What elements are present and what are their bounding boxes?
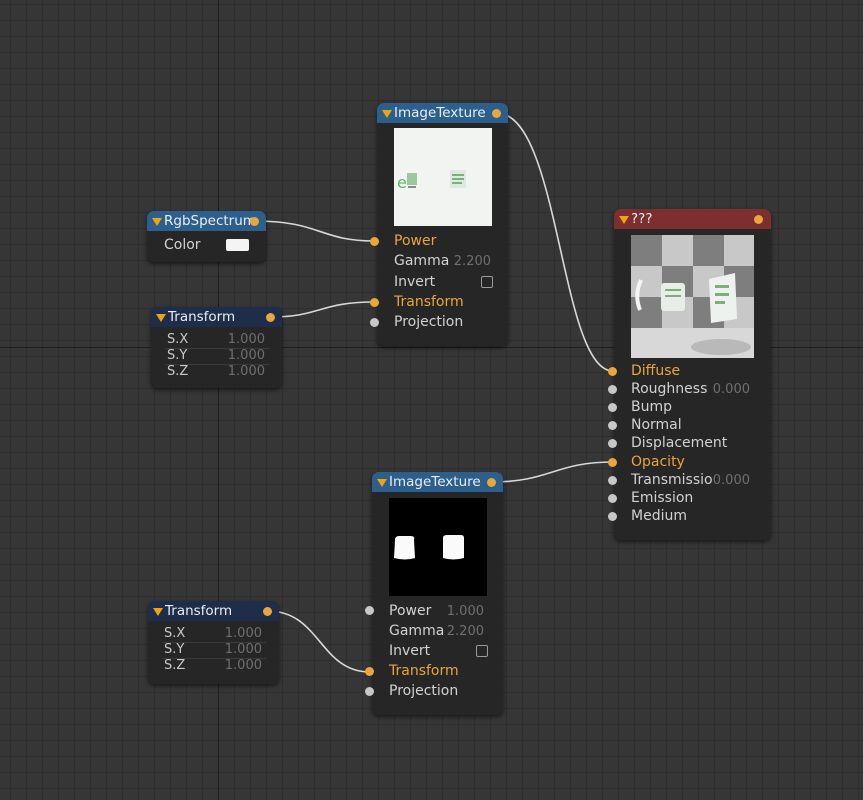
power-value[interactable]: 1.000 [438, 603, 484, 621]
transmission-input-socket[interactable] [608, 476, 617, 485]
opacity-input-socket[interactable] [608, 458, 617, 467]
diffuse-input-socket[interactable] [608, 367, 617, 376]
displacement-input-socket[interactable] [608, 439, 617, 448]
rgb-spectrum-node[interactable]: RgbSpectrum Color [147, 211, 266, 262]
color-label: Color [164, 237, 201, 253]
node-header[interactable]: RgbSpectrum [147, 211, 266, 231]
gamma-value[interactable]: 2.200 [443, 253, 491, 271]
output-socket[interactable] [487, 478, 496, 487]
collapse-triangle-icon[interactable] [619, 216, 629, 224]
invert-label: Invert [394, 274, 436, 290]
scale-y-value[interactable]: 1.000 [210, 642, 262, 658]
scale-z-label: S.Z [167, 364, 189, 379]
node-header[interactable]: ImageTexture [377, 103, 508, 123]
node-header[interactable]: Transform [151, 307, 282, 327]
collapse-triangle-icon[interactable] [152, 218, 162, 226]
bump-input-socket[interactable] [608, 403, 617, 412]
wire-transform2-to-transform [267, 610, 371, 673]
emission-label: Emission [631, 490, 694, 506]
scale-x-value[interactable]: 1.000 [213, 332, 265, 348]
power-label: Power [389, 603, 432, 619]
scale-z-label: S.Z [164, 658, 186, 673]
transform-label: Transform [394, 294, 464, 310]
gamma-label: Gamma [394, 253, 450, 269]
node-header[interactable]: ImageTexture [372, 472, 503, 492]
emission-input-socket[interactable] [608, 494, 617, 503]
collapse-triangle-icon[interactable] [156, 314, 166, 322]
medium-label: Medium [631, 508, 687, 524]
gamma-value[interactable]: 2.200 [438, 623, 484, 641]
output-socket[interactable] [754, 215, 763, 224]
output-socket[interactable] [263, 607, 272, 616]
displacement-label: Displacement [631, 435, 728, 451]
wire-texture1-to-diffuse [496, 112, 614, 372]
transform-node[interactable]: Transform S.X 1.000 S.Y 1.000 S.Z 1.000 [148, 601, 279, 684]
projection-label: Projection [389, 683, 459, 699]
roughness-value[interactable]: 0.000 [704, 381, 750, 399]
material-node[interactable]: ??? Diffuse Roughness 0.000 Bump Normal … [608, 209, 771, 540]
collapse-triangle-icon[interactable] [153, 608, 163, 616]
transform-node[interactable]: Transform S.X 1.000 S.Y 1.000 S.Z 1.000 [151, 307, 282, 388]
texture-preview [389, 498, 487, 596]
color-swatch[interactable] [226, 239, 249, 251]
transmission-value[interactable]: 0.000 [704, 472, 750, 490]
scale-y-label: S.Y [167, 348, 188, 363]
normal-input-socket[interactable] [608, 421, 617, 430]
scale-x-label: S.X [167, 332, 189, 347]
projection-input-socket[interactable] [370, 318, 379, 327]
scale-x-value[interactable]: 1.000 [210, 626, 262, 642]
scale-y-label: S.Y [164, 642, 185, 657]
invert-checkbox[interactable] [476, 645, 488, 657]
invert-label: Invert [389, 643, 431, 659]
power-input-socket[interactable] [370, 237, 379, 246]
node-title: ??? [631, 211, 653, 227]
texture-thumbnail-image: e [397, 170, 466, 192]
material-preview-image [631, 235, 754, 358]
projection-label: Projection [394, 314, 464, 330]
medium-input-socket[interactable] [608, 512, 617, 521]
output-socket[interactable] [266, 313, 275, 322]
bump-label: Bump [631, 399, 673, 415]
transform-label: Transform [389, 663, 459, 679]
opacity-label: Opacity [631, 454, 685, 470]
transmission-label: Transmissio [631, 472, 713, 488]
node-header[interactable]: ??? [614, 209, 771, 229]
scale-x-label: S.X [164, 626, 186, 641]
node-title: Transform [165, 603, 233, 619]
node-title: ImageTexture [394, 105, 486, 121]
output-socket[interactable] [250, 217, 259, 226]
wire-rgb-to-power [254, 220, 375, 242]
roughness-label: Roughness [631, 381, 708, 397]
gamma-label: Gamma [389, 623, 445, 639]
image-texture-node[interactable]: ImageTexture e Power Gamma 2.200 Invert … [370, 103, 508, 346]
roughness-input-socket[interactable] [608, 385, 617, 394]
node-title: Transform [168, 309, 236, 325]
material-preview [631, 235, 754, 358]
scale-z-value[interactable]: 1.000 [213, 364, 265, 380]
wire-texture2-to-opacity [491, 461, 614, 483]
transform-input-socket[interactable] [365, 667, 374, 676]
node-title: ImageTexture [389, 474, 481, 490]
node-title: RgbSpectrum [164, 213, 256, 229]
projection-input-socket[interactable] [365, 687, 374, 696]
opacity-mask-thumbnail [394, 535, 464, 560]
node-header[interactable]: Transform [148, 601, 279, 621]
scale-z-value[interactable]: 1.000 [210, 658, 262, 674]
scale-y-value[interactable]: 1.000 [213, 348, 265, 364]
texture-preview: e [394, 128, 492, 226]
wire-transform1-to-transform [270, 301, 375, 318]
collapse-triangle-icon[interactable] [382, 110, 392, 118]
output-socket[interactable] [492, 109, 501, 118]
power-label: Power [394, 233, 437, 249]
invert-checkbox[interactable] [481, 276, 493, 288]
collapse-triangle-icon[interactable] [377, 479, 387, 487]
transform-input-socket[interactable] [370, 298, 379, 307]
svg-text:e: e [397, 173, 407, 192]
diffuse-label: Diffuse [631, 363, 681, 379]
normal-label: Normal [631, 417, 682, 433]
power-input-socket[interactable] [365, 606, 374, 615]
image-texture-node[interactable]: ImageTexture Power 1.000 Gamma 2.200 Inv… [365, 472, 503, 715]
